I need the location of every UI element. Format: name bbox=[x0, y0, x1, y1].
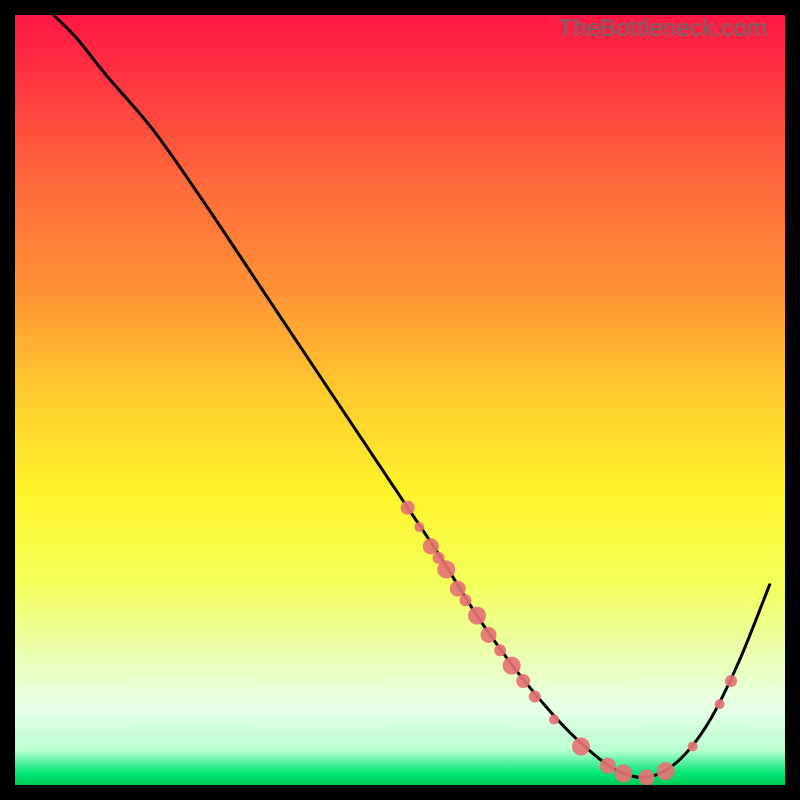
gpu-marker bbox=[468, 607, 486, 625]
gpu-marker bbox=[516, 674, 530, 688]
gpu-marker bbox=[423, 538, 439, 554]
chart-frame: TheBottleneck.com bbox=[15, 15, 785, 785]
gradient-background bbox=[15, 15, 785, 785]
gpu-marker bbox=[715, 699, 725, 709]
gpu-marker bbox=[657, 762, 675, 780]
gpu-marker bbox=[481, 627, 497, 643]
gpu-marker bbox=[494, 644, 506, 656]
gpu-marker bbox=[572, 738, 590, 756]
gpu-marker bbox=[529, 690, 541, 702]
gpu-marker bbox=[725, 675, 737, 687]
gpu-marker bbox=[614, 764, 632, 782]
gpu-marker bbox=[503, 657, 521, 675]
gpu-marker bbox=[638, 769, 654, 785]
gpu-marker bbox=[549, 715, 559, 725]
gpu-marker bbox=[450, 581, 466, 597]
gpu-marker bbox=[414, 522, 424, 532]
watermark-text: TheBottleneck.com bbox=[558, 15, 767, 43]
gpu-marker bbox=[600, 758, 616, 774]
gpu-marker bbox=[459, 594, 471, 606]
gpu-marker bbox=[437, 560, 455, 578]
gpu-marker bbox=[688, 742, 698, 752]
bottleneck-plot bbox=[15, 15, 785, 785]
gpu-marker bbox=[401, 501, 415, 515]
